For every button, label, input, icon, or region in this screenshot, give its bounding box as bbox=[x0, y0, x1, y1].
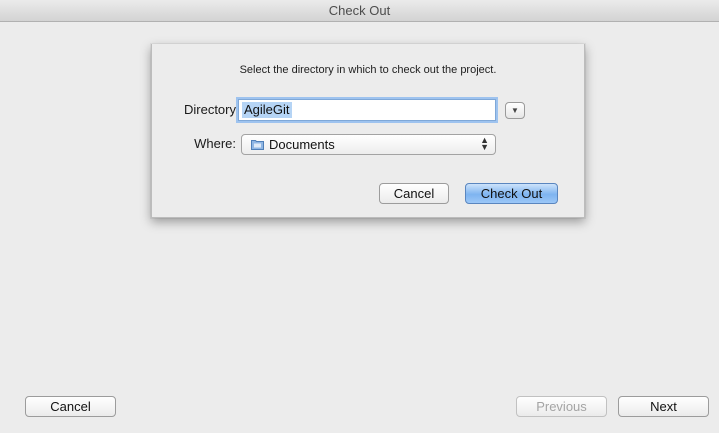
checkout-sheet: Select the directory in which to check o… bbox=[151, 44, 585, 218]
directory-field[interactable]: AgileGit bbox=[238, 99, 496, 121]
title-bar[interactable]: Check Out bbox=[0, 0, 719, 22]
window-content: Select the directory in which to check o… bbox=[0, 22, 719, 433]
folder-icon bbox=[251, 140, 264, 150]
next-button[interactable]: Next bbox=[618, 396, 709, 417]
directory-label: Directory bbox=[183, 102, 236, 117]
where-popup[interactable]: Documents ▲ ▼ bbox=[241, 134, 496, 155]
previous-button[interactable]: Previous bbox=[516, 396, 607, 417]
updown-arrows-icon: ▲ ▼ bbox=[480, 135, 489, 152]
sheet-cancel-button[interactable]: Cancel bbox=[379, 183, 449, 204]
check-out-window: Check Out Select the directory in which … bbox=[0, 0, 719, 433]
where-label: Where: bbox=[194, 136, 236, 151]
window-title: Check Out bbox=[328, 3, 391, 18]
sheet-message: Select the directory in which to check o… bbox=[239, 64, 497, 76]
disclosure-triangle-icon: ▼ bbox=[511, 106, 519, 115]
check-out-button[interactable]: Check Out bbox=[465, 183, 558, 204]
directory-value: AgileGit bbox=[242, 102, 292, 118]
where-value: Documents bbox=[269, 137, 335, 152]
cancel-button[interactable]: Cancel bbox=[25, 396, 116, 417]
expand-button[interactable]: ▼ bbox=[505, 102, 525, 119]
